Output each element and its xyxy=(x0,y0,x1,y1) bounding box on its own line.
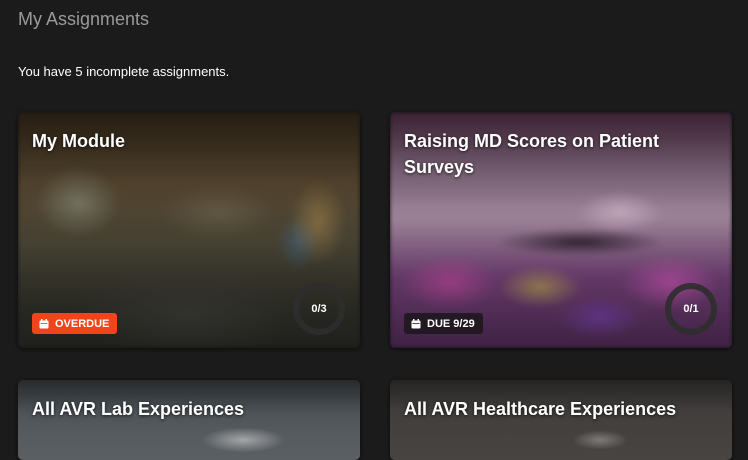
card-title: All AVR Lab Experiences xyxy=(32,399,245,419)
page-title: My Assignments xyxy=(18,9,150,29)
progress-ring: 0/3 xyxy=(292,282,346,336)
assignment-card-all-avr-healthcare[interactable]: All AVR Healthcare Experiences xyxy=(390,380,732,460)
card-title: My Module xyxy=(32,131,125,151)
progress-label: 0/3 xyxy=(311,303,327,315)
calendar-icon xyxy=(411,318,421,329)
badge-label: OVERDUE xyxy=(55,317,110,330)
badge-label: DUE 9/29 xyxy=(427,317,475,330)
overdue-badge: OVERDUE xyxy=(32,313,118,334)
calendar-icon xyxy=(39,318,49,329)
progress-label: 0/1 xyxy=(683,303,699,315)
card-title: Raising MD Scores on Patient Surveys xyxy=(404,131,660,177)
progress-ring: 0/1 xyxy=(664,282,718,336)
card-title: All AVR Healthcare Experiences xyxy=(404,399,677,419)
assignment-card-my-module[interactable]: My Module OVERDUE 0/3 xyxy=(18,112,360,348)
due-date-badge: DUE 9/29 xyxy=(404,313,483,334)
assignment-summary: You have 5 incomplete assignments. xyxy=(18,64,230,79)
assignment-card-raising-md-scores[interactable]: Raising MD Scores on Patient Surveys DUE… xyxy=(390,112,732,348)
assignment-card-all-avr-lab[interactable]: All AVR Lab Experiences xyxy=(18,380,360,460)
